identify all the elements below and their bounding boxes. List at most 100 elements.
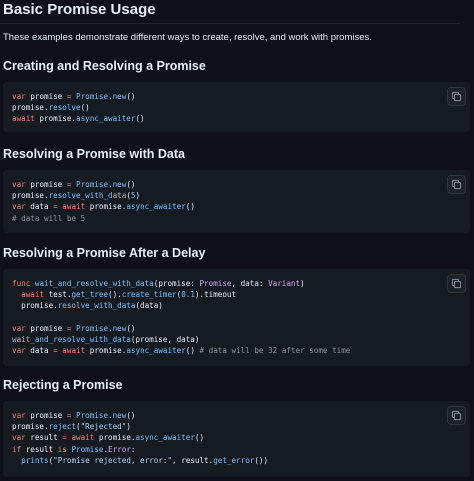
code-snippet: func wait_and_resolve_with_data(promise:…	[12, 278, 350, 356]
code-line: wait_and_resolve_with_data(promise, data…	[12, 335, 199, 344]
code-token: async_awaiter	[135, 433, 195, 443]
page-title: Basic Promise Usage	[3, 1, 156, 18]
code-token: await	[21, 290, 45, 300]
copy-button[interactable]	[447, 175, 466, 194]
code-line: if result is Promise.Error:	[12, 445, 135, 454]
code-line: promise.resolve_with_data(data)	[12, 301, 163, 310]
code-token: var	[12, 180, 26, 189]
code-token: get_error	[213, 455, 255, 465]
code-token: resolve	[48, 103, 81, 113]
code-token: func	[12, 279, 31, 288]
code-token: promise	[25, 92, 67, 101]
code-token: resolve_with_data	[48, 191, 127, 201]
code-token: if	[12, 444, 22, 454]
code-token: "Promise rejected, error:"	[53, 455, 173, 465]
code-token: var	[12, 92, 26, 101]
code-token: Promise	[71, 180, 109, 189]
code-token: )	[126, 422, 131, 432]
code-token: await	[57, 346, 86, 356]
section-heading-resolving-data: Resolving a Promise with Data	[3, 147, 185, 161]
code-token: get_tree	[71, 290, 109, 300]
code-token: ()	[126, 411, 136, 420]
code-line: promise.resolve_with_data(5)	[12, 191, 140, 200]
copy-button[interactable]	[447, 87, 466, 106]
copy-button[interactable]	[447, 406, 466, 425]
code-token: promise	[25, 180, 67, 189]
code-snippet: var promise = Promise.new() promise.reje…	[12, 410, 268, 466]
code-token: ()	[135, 114, 145, 124]
code-token: Error	[108, 444, 131, 454]
code-token: await	[66, 433, 95, 443]
code-token: Promise	[199, 279, 232, 288]
section-heading-creating: Creating and Resolving a Promise	[3, 59, 206, 73]
copy-button[interactable]	[447, 274, 466, 293]
code-token: promise.	[12, 422, 49, 432]
code-token: is	[57, 444, 67, 454]
code-token: promise.	[85, 346, 127, 356]
code-block-creating: var promise = Promise.new() promise.reso…	[3, 82, 470, 132]
code-token: ()	[126, 323, 136, 333]
code-token: promise	[25, 411, 67, 420]
code-line: var data = await promise.async_awaiter()…	[12, 346, 350, 355]
code-line: promise.reject("Rejected")	[12, 422, 131, 431]
code-token: ())	[254, 455, 269, 465]
code-line: var promise = Promise.new()	[12, 92, 135, 101]
code-token: data	[25, 202, 54, 212]
code-token: Variant	[268, 279, 301, 288]
code-token: (promise, data)	[130, 335, 200, 345]
code-block-delay: func wait_and_resolve_with_data(promise:…	[3, 269, 470, 366]
code-block-resolving-data: var promise = Promise.new() promise.reso…	[3, 170, 470, 233]
code-token: ()	[126, 180, 136, 189]
code-line: await promise.async_awaiter()	[12, 114, 145, 123]
code-token: await	[57, 202, 86, 212]
code-token: resolve_with_data	[57, 301, 136, 311]
code-line: prints("Promise rejected, error:", resul…	[12, 456, 268, 465]
code-token: promise.	[12, 103, 49, 113]
code-token: var	[12, 411, 26, 420]
code-token: :	[130, 444, 136, 454]
code-token: async_awaiter	[126, 202, 186, 212]
code-token: # data will be 32 after some time	[194, 346, 351, 356]
code-token: ()	[185, 202, 195, 212]
code-token: new	[112, 323, 127, 333]
title-divider	[0, 23, 460, 24]
code-token: promise.	[12, 301, 58, 311]
code-token: wait_and_resolve_with_data	[30, 279, 154, 288]
code-token: async_awaiter	[126, 346, 186, 356]
code-token: )	[300, 279, 305, 288]
code-token: test.	[44, 290, 72, 300]
code-token: , result.	[172, 455, 214, 465]
code-line: # data will be 5	[12, 214, 85, 223]
code-line: func wait_and_resolve_with_data(promise:…	[12, 279, 305, 288]
code-snippet: var promise = Promise.new() promise.reso…	[12, 91, 145, 125]
code-token: var	[12, 323, 26, 333]
code-token: wait_and_resolve_with_data	[12, 335, 131, 345]
intro-text: These examples demonstrate different way…	[3, 32, 372, 43]
code-token: ).timeout	[194, 290, 237, 300]
code-token: 0.1	[181, 290, 195, 300]
code-token: result	[21, 444, 58, 454]
code-token: Promise	[71, 92, 109, 101]
code-token: )	[135, 191, 141, 201]
code-token: var	[12, 433, 26, 443]
code-token: # data will be 5	[12, 213, 86, 223]
code-token: (data)	[135, 301, 163, 311]
code-token: ()	[80, 103, 90, 113]
code-token: reject	[48, 422, 77, 432]
code-line: var promise = Promise.new()	[12, 411, 135, 420]
code-token: ()	[185, 346, 195, 356]
code-token: promise.	[34, 114, 77, 124]
code-line: var promise = Promise.new()	[12, 180, 135, 189]
code-token: prints	[21, 455, 49, 465]
code-token: ()	[126, 92, 136, 101]
code-token: var	[12, 202, 26, 212]
code-token: promise.	[85, 202, 127, 212]
code-line: promise.resolve()	[12, 103, 90, 112]
code-token: data	[25, 346, 54, 356]
code-token: create_timer	[121, 290, 177, 300]
code-line: await test.get_tree().create_timer(0.1).…	[12, 290, 236, 299]
code-token: new	[112, 180, 127, 189]
code-line: var promise = Promise.new()	[12, 324, 135, 333]
code-token: var	[12, 346, 26, 356]
